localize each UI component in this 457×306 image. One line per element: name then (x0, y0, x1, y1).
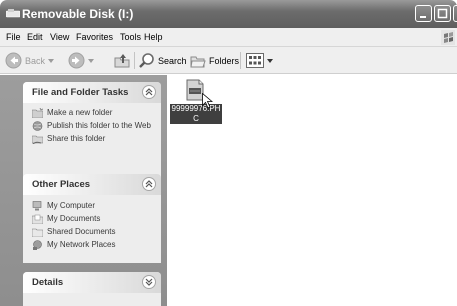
place-my-computer[interactable]: My Computer (32, 201, 155, 211)
network-places-icon (33, 240, 42, 250)
other-places-panel: Other Places My Computer My Documents Sh… (23, 174, 161, 263)
chevron-down-icon (267, 58, 273, 63)
toolbar: Back Search Folders (0, 47, 457, 74)
place-shared-documents-label: Shared Documents (47, 227, 116, 236)
place-my-network-places-label: My Network Places (47, 240, 116, 249)
mouse-cursor-icon (202, 93, 213, 109)
share-folder-label: Share this folder (47, 134, 106, 143)
menu-edit[interactable]: Edit (27, 32, 43, 42)
place-shared-documents[interactable]: Shared Documents (32, 227, 155, 237)
place-my-network-places[interactable]: My Network Places (32, 240, 155, 250)
chevron-down-icon (88, 58, 94, 63)
search-label: Search (158, 55, 187, 66)
other-places-header[interactable]: Other Places (23, 174, 161, 195)
details-title: Details (32, 277, 64, 288)
views-icon (246, 53, 264, 68)
back-button[interactable]: Back (5, 51, 55, 70)
double-chevron-up-icon (145, 88, 153, 96)
globe-icon (32, 121, 43, 131)
minimize-icon (420, 16, 426, 18)
file-folder-tasks-panel: File and Folder Tasks Make a new folder … (23, 82, 161, 180)
publish-folder-link[interactable]: Publish this folder to the Web (32, 121, 155, 131)
make-new-folder-link[interactable]: Make a new folder (32, 108, 155, 118)
file-folder-tasks-title: File and Folder Tasks (32, 87, 129, 98)
folders-icon (190, 56, 206, 68)
place-my-computer-label: My Computer (47, 201, 96, 210)
publish-folder-label: Publish this folder to the Web (47, 121, 151, 130)
maximize-button[interactable] (434, 5, 451, 22)
chevron-down-icon (48, 58, 55, 63)
menu-help[interactable]: Help (144, 32, 163, 42)
shared-folder-icon (32, 228, 43, 237)
folders-label: Folders (209, 55, 240, 66)
file-list-view[interactable]: 99999976.PHC (167, 75, 457, 306)
toolbar-separator (240, 52, 241, 69)
menu-bar: File Edit View Favorites Tools Help (0, 28, 457, 47)
file-folder-tasks-header[interactable]: File and Folder Tasks (23, 82, 161, 103)
up-folder-icon (114, 54, 130, 68)
collapse-places-button[interactable] (142, 177, 156, 191)
maximize-icon (437, 8, 448, 19)
new-folder-icon (32, 108, 43, 118)
file-name-label: 99999976.PHC (170, 104, 222, 124)
explorer-window: Removable Disk (I:) File Edit View Favor… (0, 0, 457, 306)
make-new-folder-label: Make a new folder (47, 108, 113, 117)
expand-details-button[interactable] (142, 275, 156, 289)
back-label: Back (25, 55, 46, 66)
search-icon (139, 53, 154, 68)
views-button[interactable] (246, 51, 273, 70)
forward-arrow-icon (68, 52, 85, 69)
minimize-button[interactable] (415, 5, 432, 22)
up-folder-button[interactable] (114, 51, 131, 70)
menu-favorites[interactable]: Favorites (76, 32, 113, 42)
search-button[interactable]: Search (138, 51, 187, 70)
place-my-documents[interactable]: My Documents (32, 214, 155, 224)
menu-tools[interactable]: Tools (120, 32, 141, 42)
place-my-documents-label: My Documents (47, 214, 101, 223)
toolbar-separator (134, 52, 135, 69)
removable-disk-icon (6, 9, 20, 18)
collapse-tasks-button[interactable] (142, 85, 156, 99)
forward-button[interactable] (68, 51, 94, 70)
task-pane: File and Folder Tasks Make a new folder … (0, 75, 167, 306)
folders-button[interactable]: Folders (189, 51, 239, 70)
computer-icon (32, 201, 42, 211)
share-folder-icon (32, 135, 43, 144)
window-title: Removable Disk (I:) (22, 7, 134, 21)
share-folder-link[interactable]: Share this folder (32, 134, 155, 144)
back-arrow-icon (5, 52, 22, 69)
menu-view[interactable]: View (50, 32, 69, 42)
details-panel: Details (23, 272, 161, 306)
close-button[interactable] (453, 5, 457, 22)
double-chevron-down-icon (145, 278, 153, 286)
windows-flag-icon (441, 30, 455, 45)
details-header[interactable]: Details (23, 272, 161, 293)
title-bar[interactable]: Removable Disk (I:) (0, 0, 457, 28)
double-chevron-up-icon (145, 180, 153, 188)
menu-file[interactable]: File (6, 32, 21, 42)
documents-folder-icon (32, 214, 43, 224)
other-places-title: Other Places (32, 179, 91, 190)
